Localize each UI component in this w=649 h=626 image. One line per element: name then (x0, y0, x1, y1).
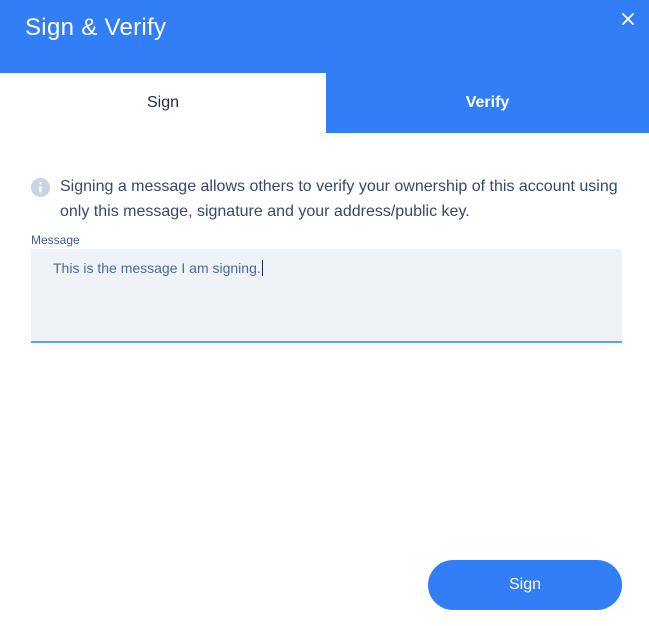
sign-button[interactable]: Sign (428, 560, 622, 610)
message-input[interactable]: This is the message I am signing. (31, 249, 622, 343)
info-icon (31, 178, 50, 197)
close-button[interactable] (617, 8, 639, 30)
info-text: Signing a message allows others to verif… (60, 178, 618, 220)
dialog-title: Sign & Verify (25, 14, 167, 41)
message-value: This is the message I am signing. (53, 260, 261, 276)
tab-bar: Sign Verify (0, 73, 649, 133)
tab-verify[interactable]: Verify (326, 73, 649, 133)
close-icon (622, 13, 634, 25)
text-caret (261, 260, 263, 276)
message-label: Message (31, 233, 80, 247)
info-notice: Signing a message allows others to verif… (31, 174, 631, 224)
tab-sign[interactable]: Sign (0, 73, 326, 133)
dialog-header: Sign & Verify (0, 0, 649, 73)
sign-verify-dialog: Sign & Verify Sign Verify Signing a mess… (0, 0, 649, 626)
